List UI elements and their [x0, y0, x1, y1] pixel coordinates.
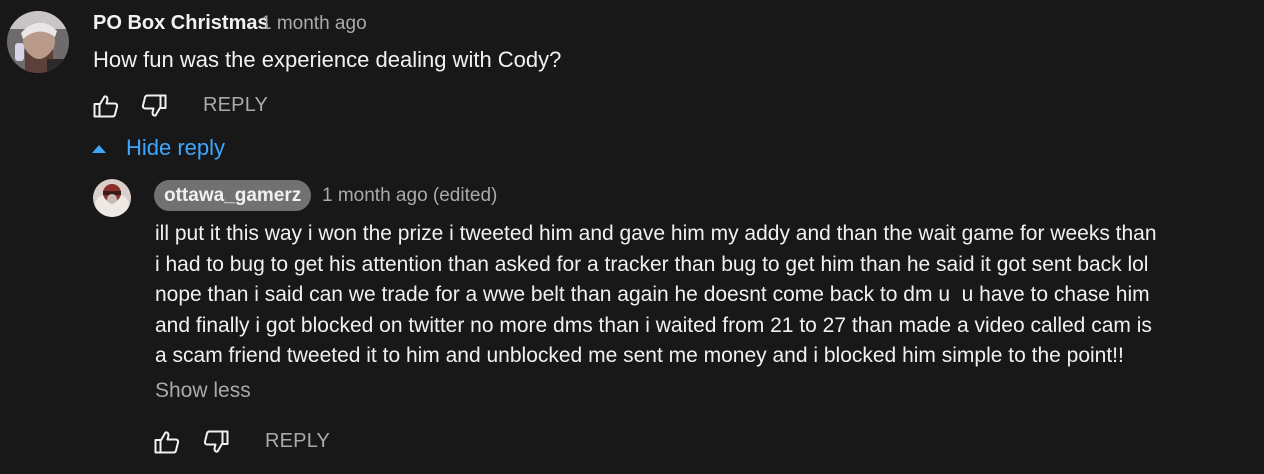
reply-text: ill put it this way i won the prize i tw…	[155, 219, 1235, 372]
show-less-button[interactable]: Show less	[155, 379, 251, 403]
author-name[interactable]: PO Box Christmas	[93, 12, 269, 35]
thumbs-up-icon	[154, 431, 180, 454]
dislike-button[interactable]	[140, 93, 168, 119]
hide-replies-label: Hide reply	[126, 135, 226, 160]
reply-text-line: and finally i got blocked on twitter no …	[155, 313, 1152, 337]
reply-dislike-button[interactable]	[202, 429, 230, 455]
thumbs-down-icon	[141, 94, 167, 117]
reply-text-line: a scam friend tweeted it to him and unbl…	[155, 344, 1124, 367]
reply-timestamp[interactable]: 1 month ago (edited)	[322, 185, 497, 207]
caret-up-icon	[92, 145, 106, 153]
thumbs-up-icon	[93, 95, 119, 118]
reply-author-name[interactable]: ottawa_gamerz	[154, 180, 312, 211]
comment-timestamp[interactable]: 1 month ago	[261, 13, 367, 35]
reply-like-button[interactable]	[153, 429, 181, 455]
thumbs-down-icon	[203, 430, 229, 453]
reply-text-line: ill put it this way i won the prize i tw…	[155, 222, 1157, 245]
reply-author-avatar[interactable]	[93, 179, 131, 217]
reply-button[interactable]: REPLY	[203, 94, 268, 117]
reply-text-line: i had to bug to get his attention than a…	[155, 252, 1149, 276]
author-avatar[interactable]	[7, 11, 69, 73]
reply-to-reply-button[interactable]: REPLY	[265, 430, 330, 453]
comment-text: How fun was the experience dealing with …	[93, 47, 562, 72]
like-button[interactable]	[92, 93, 120, 119]
hide-replies-toggle[interactable]: Hide reply	[90, 135, 225, 161]
reply-text-line: nope than i said can we trade for a wwe …	[155, 283, 1150, 306]
